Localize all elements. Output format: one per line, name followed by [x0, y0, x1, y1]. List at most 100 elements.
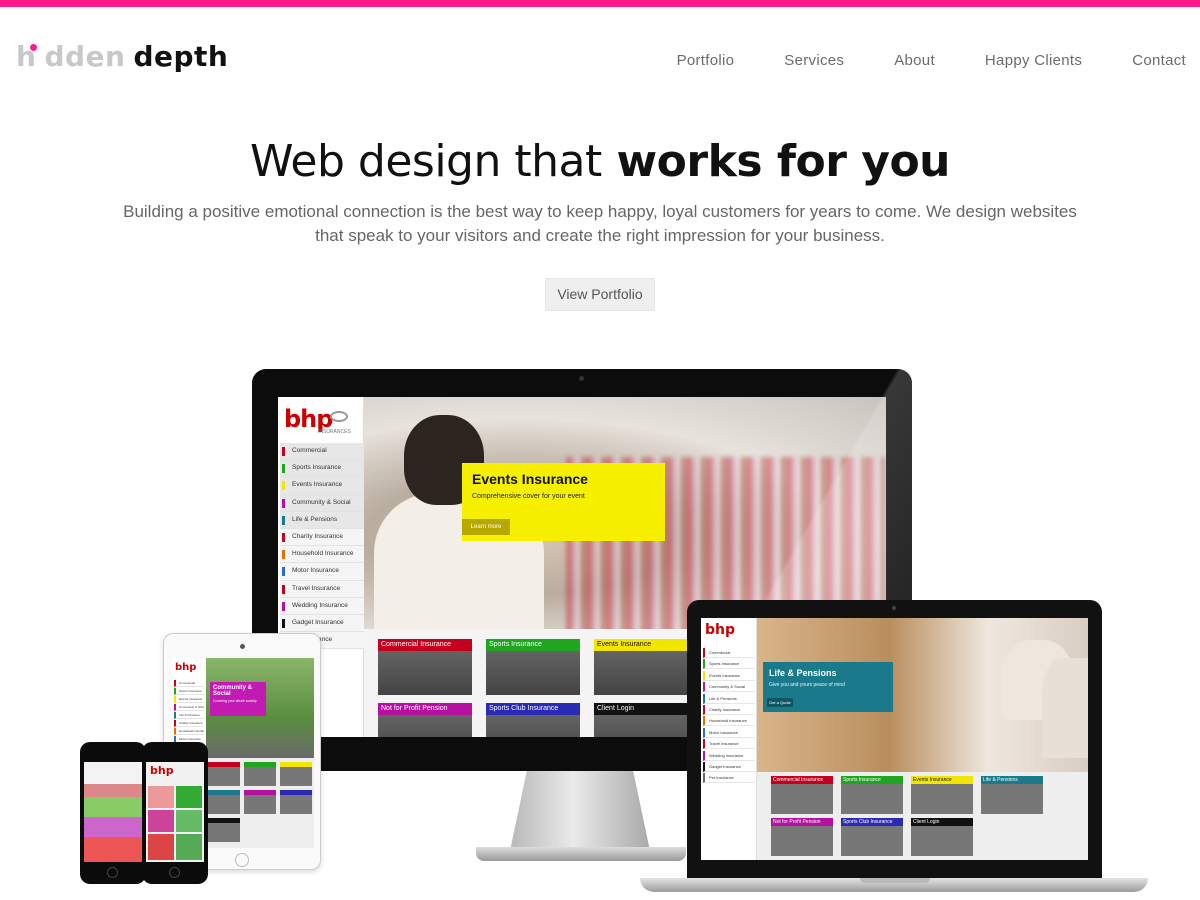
- bhp-menu-item[interactable]: Sports Insurance: [280, 460, 364, 478]
- tablet-tile[interactable]: [208, 818, 240, 842]
- menu-color-swatch: [282, 498, 285, 508]
- tablet-tile[interactable]: [244, 762, 276, 786]
- bhp-menu-item[interactable]: Household Insurance: [280, 546, 364, 564]
- tablet-tile-bar: [208, 762, 240, 767]
- laptop-menu-item[interactable]: Commercial: [703, 648, 755, 658]
- laptop-menu-item[interactable]: Household Insurance: [703, 716, 755, 727]
- laptop-menu-item[interactable]: Sports Insurance: [703, 659, 755, 670]
- phone-left-home-button: [107, 867, 118, 878]
- bhp-menu-item[interactable]: Motor Insurance: [280, 563, 364, 581]
- tablet-menu-item[interactable]: Charity Insurance: [174, 720, 204, 727]
- tablet-tiles: [208, 762, 314, 842]
- elderly-woman-figure: [1042, 658, 1088, 758]
- monitor-camera: [579, 376, 584, 381]
- laptop-menu-item[interactable]: Charity Insurance: [703, 705, 755, 715]
- bhp-menu-label: Gadget Insurance: [292, 618, 344, 626]
- laptop-menu-item[interactable]: Gadget Insurance: [703, 762, 755, 772]
- laptop-menu-item[interactable]: Life & Pensions: [703, 693, 755, 704]
- tablet-menu-item[interactable]: Sports Insurance: [174, 688, 204, 695]
- menu-color-swatch: [282, 567, 285, 577]
- laptop-tile[interactable]: Life & Pensions: [981, 776, 1043, 814]
- tablet-menu-item[interactable]: Commercial: [174, 680, 204, 687]
- laptop-tile[interactable]: Not for Profit Pension: [771, 818, 833, 856]
- bhp-menu-label: Commercial: [292, 447, 327, 454]
- laptop-tile-label: Sports Club Insurance: [841, 818, 903, 826]
- bhp-menu-item[interactable]: Travel Insurance: [280, 580, 364, 598]
- tablet-tile-bar: [244, 762, 276, 767]
- phone-tile-3: [148, 810, 174, 832]
- tablet-tile-bar: [244, 790, 276, 795]
- nav-contact[interactable]: Contact: [1132, 52, 1186, 69]
- events-feature-title: Events Insurance: [472, 471, 588, 487]
- bhp-tile[interactable]: Events Insurance: [594, 639, 688, 695]
- laptop-tile-label: Commercial Insurance: [771, 776, 833, 784]
- tablet-menu-item[interactable]: Events Insurance: [174, 696, 204, 703]
- learn-more-button[interactable]: Learn more: [462, 519, 510, 535]
- menu-color-swatch: [282, 481, 285, 491]
- laptop-menu-item[interactable]: Motor Insurance: [703, 727, 755, 738]
- bhp-menu-label: Events Insurance: [292, 481, 343, 489]
- bhp-menu-label: Travel Insurance: [292, 584, 341, 592]
- life-pensions-feature-box: Life & Pensions Give you and yours peace…: [763, 662, 893, 712]
- laptop-tile[interactable]: Sports Club Insurance: [841, 818, 903, 856]
- bhp-tile-label: Events Insurance: [594, 639, 688, 651]
- view-portfolio-button[interactable]: View Portfolio: [545, 278, 655, 311]
- tablet-menu-item[interactable]: Life & Pensions: [174, 712, 204, 719]
- phone-right-home-button: [169, 867, 180, 878]
- laptop-menu-item[interactable]: Pet Insurance: [703, 773, 755, 784]
- main-nav: Portfolio Services About Happy Clients C…: [627, 52, 1186, 69]
- bhp-menu-item[interactable]: Life & Pensions: [280, 511, 364, 529]
- tablet-tile-bar: [280, 762, 312, 767]
- laptop-tile-label: Sports Insurance: [841, 776, 903, 784]
- tablet-home-button: [235, 853, 249, 867]
- phone-tile-5: [148, 834, 174, 860]
- laptop-sidebar: bhp Commercial Sports Insurance Events Ins…: [701, 618, 757, 860]
- laptop-menu-item[interactable]: Travel Insurance: [703, 739, 755, 750]
- bhp-tile[interactable]: Sports Insurance: [486, 639, 580, 695]
- bhp-tile[interactable]: Not for Profit Pension: [378, 703, 472, 737]
- tablet-tile[interactable]: [280, 790, 312, 814]
- nav-happy-clients[interactable]: Happy Clients: [985, 52, 1082, 69]
- tablet-tile[interactable]: [244, 790, 276, 814]
- laptop-tiles: Commercial Insurance Sports Insurance Even…: [759, 776, 1088, 860]
- bhp-tile[interactable]: Commercial Insurance: [378, 639, 472, 695]
- bhp-tile[interactable]: Sports Club Insurance: [486, 703, 580, 737]
- bhp-tile-label: Client Login: [594, 703, 688, 715]
- hero-subtitle: Building a positive emotional connection…: [123, 202, 1077, 245]
- bhp-hero-image: Events Insurance Comprehensive cover for…: [364, 397, 886, 629]
- tablet-tile-bar: [280, 790, 312, 795]
- tablet-tile[interactable]: [208, 762, 240, 786]
- bhp-menu-item[interactable]: Charity Insurance: [280, 528, 364, 547]
- laptop-notch: [860, 878, 930, 883]
- phone-tile-2: [176, 786, 202, 808]
- laptop-tile[interactable]: Client Login: [911, 818, 973, 856]
- laptop-bhp-logo: bhp: [705, 622, 736, 638]
- tablet-tile[interactable]: [280, 762, 312, 786]
- bhp-menu-item[interactable]: Community & Social: [280, 494, 364, 512]
- site-logo[interactable]: h dden depth: [16, 40, 228, 76]
- laptop-tile[interactable]: Events Insurance: [911, 776, 973, 814]
- laptop-menu-item[interactable]: Wedding Insurance: [703, 750, 755, 761]
- bhp-menu-item[interactable]: Wedding Insurance: [280, 597, 364, 615]
- bhp-tile-label: Sports Insurance: [486, 639, 580, 651]
- menu-color-swatch: [282, 515, 285, 525]
- bhp-menu-label: Charity Insurance: [292, 532, 343, 540]
- tablet-menu-item[interactable]: Household Insurance: [174, 728, 204, 735]
- laptop-tile[interactable]: Sports Insurance: [841, 776, 903, 814]
- bhp-tile[interactable]: Client Login: [594, 703, 688, 737]
- laptop-menu-item[interactable]: Events Insurance: [703, 670, 755, 681]
- menu-color-swatch: [282, 464, 285, 474]
- laptop-tile-label: Events Insurance: [911, 776, 973, 784]
- laptop-menu-item[interactable]: Community & Social: [703, 682, 755, 693]
- bhp-menu-item[interactable]: Gadget Insurance: [280, 614, 364, 633]
- get-a-quote-button[interactable]: Get a Quote: [767, 698, 793, 707]
- nav-portfolio[interactable]: Portfolio: [677, 52, 735, 69]
- laptop-tile[interactable]: Commercial Insurance: [771, 776, 833, 814]
- nav-services[interactable]: Services: [784, 52, 844, 69]
- nav-about[interactable]: About: [894, 52, 935, 69]
- bhp-menu-item[interactable]: Commercial: [280, 443, 364, 461]
- phone-mockup-right: bhp: [142, 742, 208, 884]
- bhp-menu-item[interactable]: Events Insurance: [280, 477, 364, 495]
- tablet-menu-item[interactable]: Community & Social: [174, 704, 204, 711]
- tablet-tile[interactable]: [208, 790, 240, 814]
